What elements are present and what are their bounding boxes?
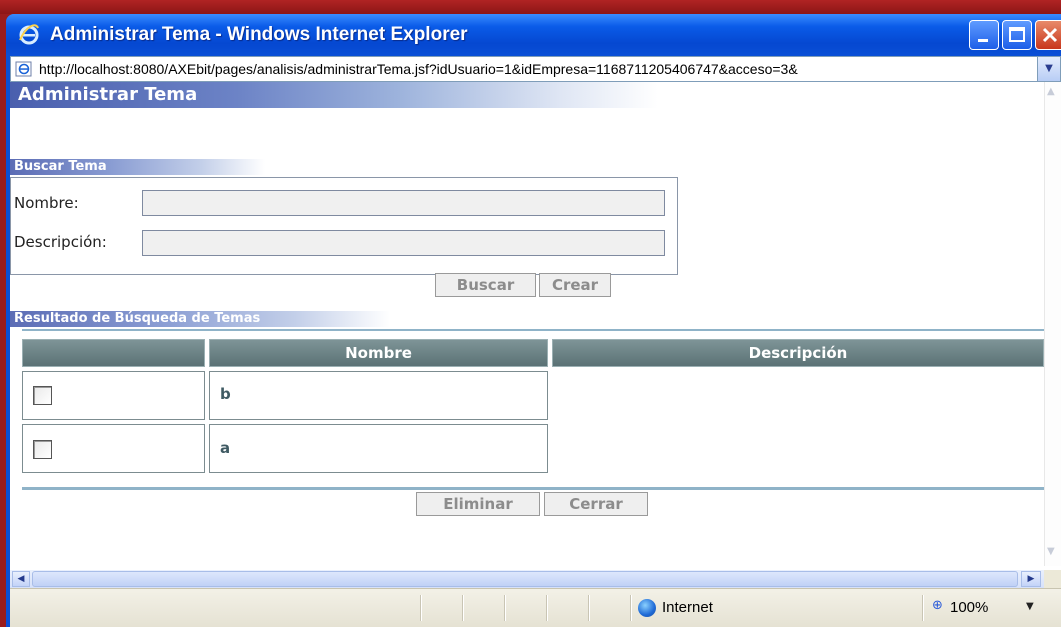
row-checkbox[interactable] — [33, 386, 52, 405]
status-divider — [420, 595, 422, 621]
eliminar-button[interactable]: Eliminar — [416, 492, 540, 516]
search-panel: Nombre: Descripción: — [10, 177, 678, 275]
table-cell-nombre: b — [209, 371, 548, 420]
nombre-label: Nombre: — [14, 194, 79, 212]
search-section-header: Buscar Tema — [10, 159, 265, 175]
horizontal-scrollbar[interactable]: ◀ ▶ — [10, 570, 1044, 588]
page-icon — [15, 61, 32, 77]
close-button[interactable] — [1035, 20, 1061, 50]
row-checkbox[interactable] — [33, 440, 52, 459]
column-header-select — [22, 339, 205, 367]
window-title: Administrar Tema - Windows Internet Expl… — [50, 24, 468, 45]
status-divider — [504, 595, 506, 621]
scroll-left-button[interactable]: ◀ — [12, 571, 30, 587]
status-divider — [462, 595, 464, 621]
desktop-background — [0, 0, 1061, 14]
buscar-button[interactable]: Buscar — [435, 273, 536, 297]
scroll-right-button[interactable]: ▶ — [1021, 571, 1041, 587]
status-divider — [922, 595, 924, 621]
results-section-title: Resultado de Búsqueda de Temas — [14, 311, 261, 326]
maximize-icon — [1009, 27, 1025, 42]
page-content: Administrar Tema Buscar Tema Nombre: Des… — [10, 82, 1061, 588]
address-bar[interactable]: http://localhost:8080/AXEbit/pages/anali… — [10, 56, 1061, 82]
address-dropdown-button[interactable]: ▼ — [1037, 57, 1060, 81]
table-row-select-cell — [22, 371, 205, 420]
results-section-header: Resultado de Búsqueda de Temas — [10, 311, 390, 327]
row-nombre-text: b — [220, 385, 231, 403]
table-row-select-cell — [22, 424, 205, 473]
scroll-up-icon[interactable]: ▲ — [1047, 86, 1055, 97]
maximize-button[interactable] — [1002, 20, 1032, 50]
zoom-level[interactable]: 100% — [950, 599, 988, 616]
table-cell-nombre: a — [209, 424, 548, 473]
url-text[interactable]: http://localhost:8080/AXEbit/pages/anali… — [39, 61, 1034, 77]
status-divider — [546, 595, 548, 621]
minimize-icon — [978, 39, 988, 42]
crear-button[interactable]: Crear — [539, 273, 611, 297]
close-icon — [1042, 27, 1058, 43]
status-divider — [588, 595, 590, 621]
security-zone-text[interactable]: Internet — [662, 599, 713, 616]
search-section-title: Buscar Tema — [14, 159, 107, 174]
zoom-icon[interactable]: ⊕ — [932, 598, 943, 613]
page-header: Administrar Tema — [10, 82, 658, 108]
globe-icon — [638, 599, 656, 617]
chevron-left-icon: ◀ — [17, 574, 25, 584]
descripcion-label: Descripción: — [14, 233, 107, 251]
internet-explorer-icon — [19, 24, 39, 45]
table-cell-descripcion — [552, 424, 1044, 473]
title-bar[interactable]: Administrar Tema - Windows Internet Expl… — [6, 14, 1061, 56]
descripcion-field[interactable] — [142, 230, 665, 256]
scroll-down-icon[interactable]: ▼ — [1047, 546, 1055, 557]
scrollbar-thumb[interactable] — [32, 571, 1018, 587]
row-nombre-text: a — [220, 439, 231, 457]
scrollbar-corner — [1044, 570, 1061, 588]
cerrar-button[interactable]: Cerrar — [544, 492, 648, 516]
results-table: Nombre Descripción b a — [22, 329, 1044, 490]
vertical-scrollbar[interactable]: ▲ ▼ — [1044, 82, 1061, 566]
table-cell-descripcion — [552, 371, 1044, 420]
browser-window: Administrar Tema - Windows Internet Expl… — [6, 14, 1061, 627]
minimize-button[interactable] — [969, 20, 999, 50]
chevron-right-icon: ▶ — [1027, 574, 1035, 584]
chevron-down-icon: ▼ — [1045, 63, 1053, 74]
status-bar: Internet ⊕ 100% ▼ — [10, 588, 1061, 627]
nombre-field[interactable] — [142, 190, 665, 216]
status-divider — [630, 595, 632, 621]
zoom-dropdown-icon[interactable]: ▼ — [1026, 601, 1034, 612]
column-header-descripcion[interactable]: Descripción — [552, 339, 1044, 367]
column-header-nombre[interactable]: Nombre — [209, 339, 548, 367]
page-title: Administrar Tema — [18, 84, 198, 105]
